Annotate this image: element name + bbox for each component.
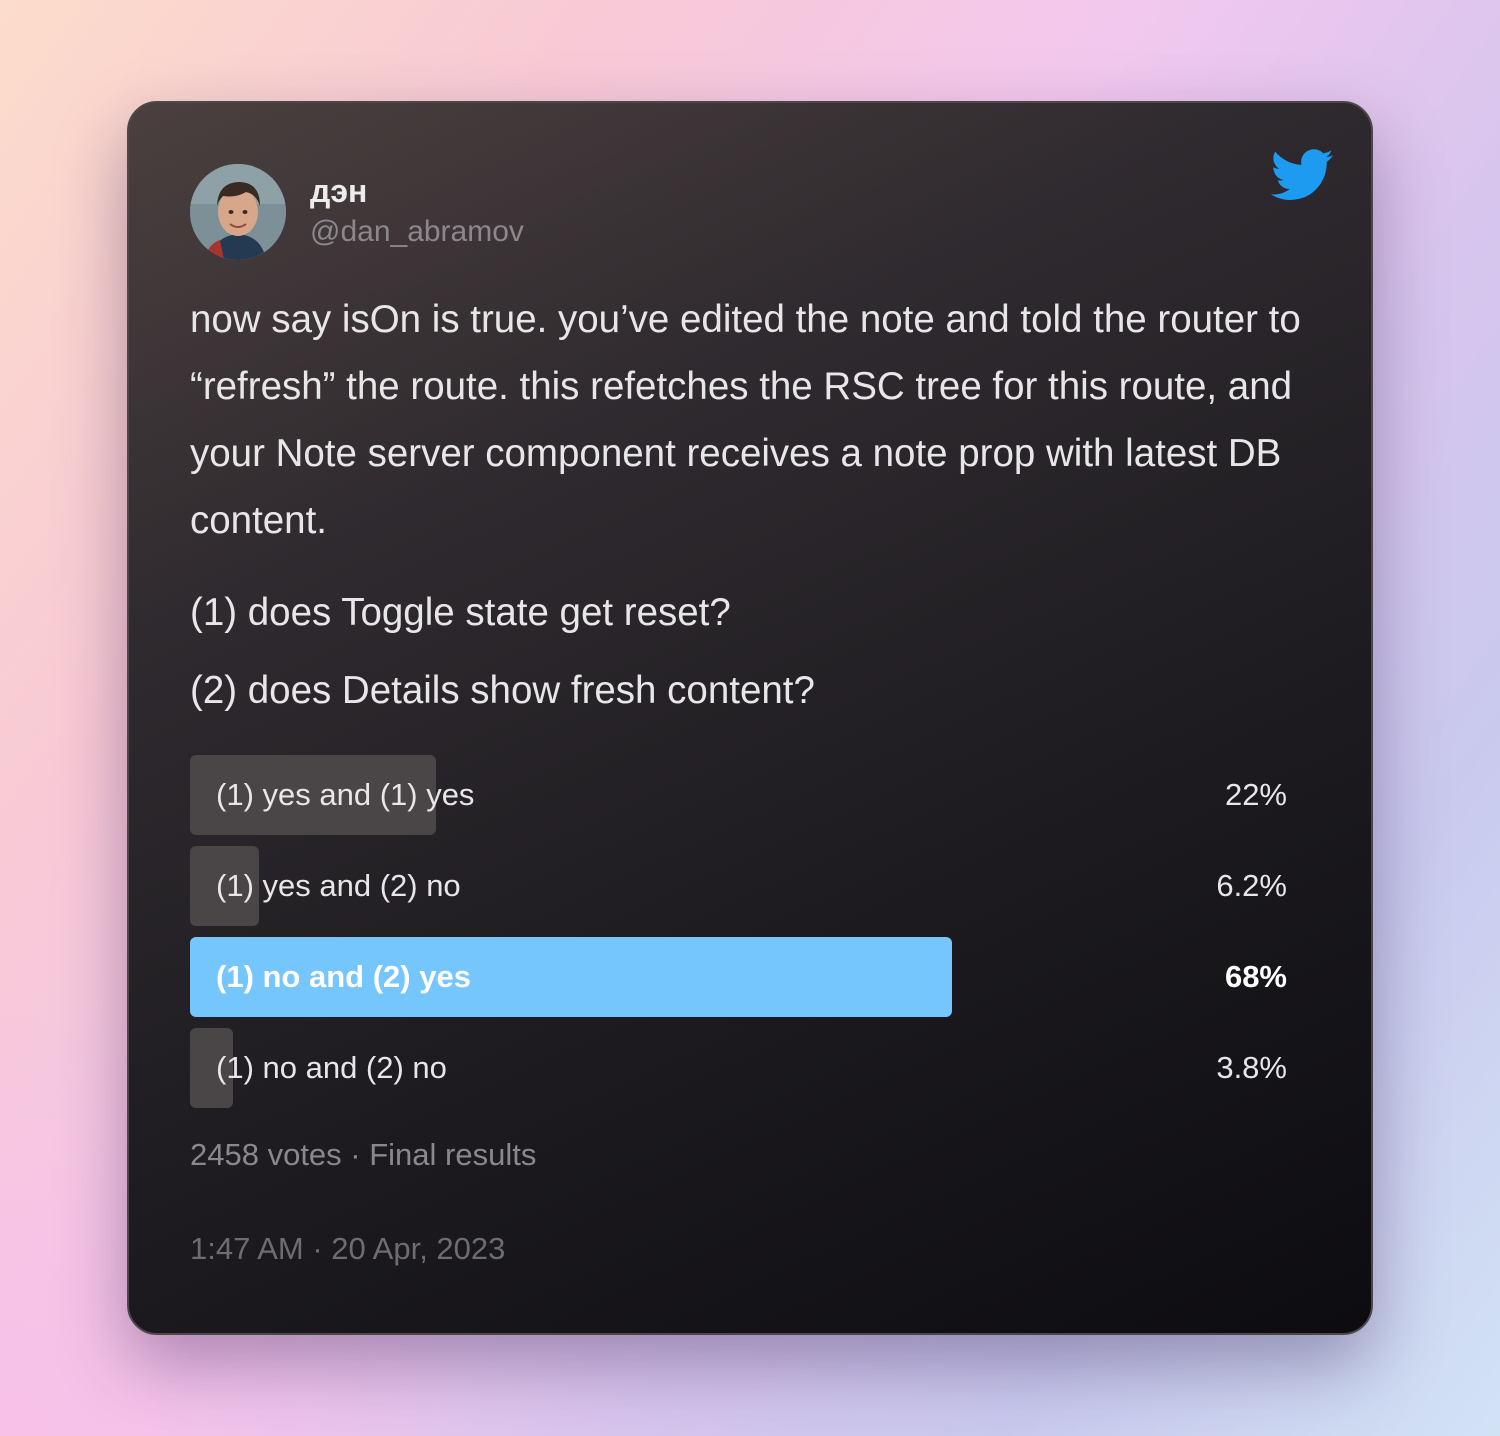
twitter-bird-icon xyxy=(1271,149,1334,200)
poll-summary: 2458 votes · Final results xyxy=(190,1137,537,1172)
poll-option-percent: 68% xyxy=(1224,959,1287,994)
tweet-card: дэн @dan_abramov now say isOn is true. y… xyxy=(127,101,1373,1335)
poll-option-winner[interactable]: (1) no and (2) yes 68% xyxy=(190,937,1287,1017)
poll-option[interactable]: (1) yes and (1) yes 22% xyxy=(190,755,1287,835)
poll-option[interactable]: (1) yes and (2) no 6.2% xyxy=(190,846,1287,926)
poll-option-percent: 3.8% xyxy=(1216,1050,1287,1085)
poll-option-percent: 22% xyxy=(1224,777,1287,812)
poll-option-label: (1) yes and (2) no xyxy=(216,868,461,903)
avatar[interactable] xyxy=(190,164,286,260)
poll-option-label: (1) yes and (1) yes xyxy=(216,777,475,812)
poll-option-percent: 6.2% xyxy=(1216,868,1287,903)
tweet-timestamp[interactable]: 1:47 AM · 20 Apr, 2023 xyxy=(190,1233,505,1264)
tweet-question-1: (1) does Toggle state get reset? xyxy=(190,591,731,634)
tweet-question-2: (2) does Details show fresh content? xyxy=(190,669,815,712)
poll-option-label: (1) no and (2) yes xyxy=(216,959,471,994)
poll-option-label: (1) no and (2) no xyxy=(216,1050,447,1085)
user-handle[interactable]: @dan_abramov xyxy=(310,217,524,247)
display-name[interactable]: дэн xyxy=(310,175,367,207)
tweet-text: now say isOn is true. you’ve edited the … xyxy=(190,298,1301,542)
poll-option[interactable]: (1) no and (2) no 3.8% xyxy=(190,1028,1287,1108)
